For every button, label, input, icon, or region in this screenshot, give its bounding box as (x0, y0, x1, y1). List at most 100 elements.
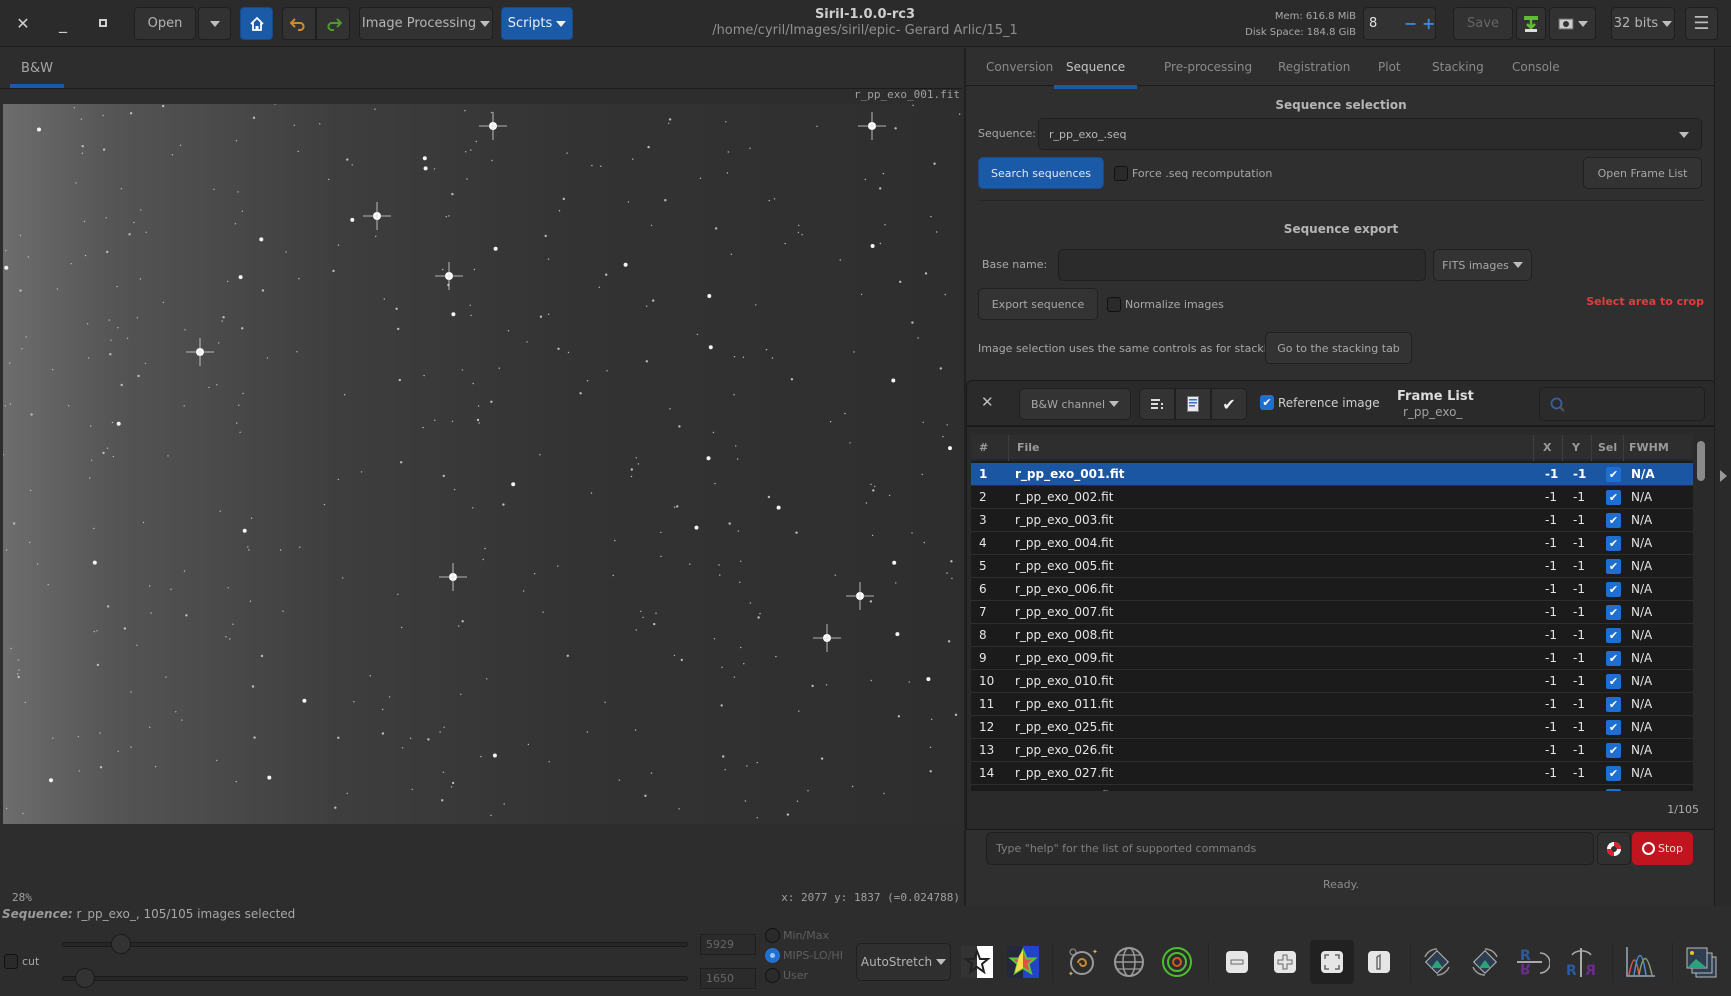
row-select-checkbox[interactable]: ✔ (1606, 582, 1621, 597)
row-select-checkbox[interactable]: ✔ (1606, 720, 1621, 735)
row-select-checkbox[interactable]: ✔ (1606, 605, 1621, 620)
row-select-checkbox[interactable]: ✔ (1606, 559, 1621, 574)
histogram-button[interactable] (1624, 945, 1658, 979)
export-format-dropdown[interactable]: FITS images (1433, 249, 1532, 281)
table-row[interactable]: 11 r_pp_exo_011.fit -1 -1 N/A ✔ (971, 693, 1693, 716)
rotate-left-button[interactable] (1420, 945, 1454, 979)
row-select-checkbox[interactable]: ✔ (1606, 674, 1621, 689)
table-row[interactable]: 6 r_pp_exo_006.fit -1 -1 N/A ✔ (971, 578, 1693, 601)
minimize-window-icon[interactable]: _ (52, 12, 74, 34)
table-row[interactable]: 7 r_pp_exo_007.fit -1 -1 N/A ✔ (971, 601, 1693, 624)
tab-registration[interactable]: Registration (1278, 60, 1350, 74)
row-select-checkbox[interactable]: ✔ (1606, 536, 1621, 551)
bit-depth-menu[interactable]: 32 bits (1611, 7, 1675, 40)
tab-pre-processing[interactable]: Pre-processing (1164, 60, 1252, 74)
col-sel[interactable]: Sel (1598, 441, 1617, 454)
annotate-objects-button[interactable]: ✦ ✦ (1065, 945, 1099, 979)
image-processing-menu[interactable]: Image Processing (359, 7, 493, 40)
low-threshold-slider[interactable] (62, 968, 688, 988)
table-row[interactable]: 14 r_pp_exo_027.fit -1 -1 N/A ✔ (971, 762, 1693, 785)
normalize-images-checkbox[interactable]: Normalize images (1107, 297, 1224, 312)
mode-minmax-radio[interactable]: Min/Max (765, 928, 829, 943)
save-as-button[interactable] (1516, 7, 1546, 40)
row-select-checkbox[interactable]: ✔ (1606, 789, 1621, 791)
row-select-checkbox[interactable]: ✔ (1606, 628, 1621, 643)
save-button[interactable]: Save (1453, 7, 1513, 40)
row-select-checkbox[interactable]: ✔ (1606, 766, 1621, 781)
table-row[interactable]: 2 r_pp_exo_002.fit -1 -1 N/A ✔ (971, 486, 1693, 509)
table-row[interactable]: 9 r_pp_exo_009.fit -1 -1 N/A ✔ (971, 647, 1693, 670)
close-window-icon[interactable]: ✕ (12, 12, 34, 34)
go-to-stacking-button[interactable]: Go to the stacking tab (1265, 332, 1412, 364)
rotate-right-button[interactable] (1468, 945, 1502, 979)
row-select-checkbox[interactable]: ✔ (1606, 651, 1621, 666)
decrement-icon[interactable]: − (1404, 14, 1417, 33)
force-recompute-checkbox[interactable]: Force .seq recomputation (1114, 166, 1272, 181)
tab-bw-channel[interactable]: B&W (10, 58, 64, 88)
col-fwhm[interactable]: FWHM (1629, 441, 1669, 454)
tab-sequence[interactable]: Sequence (1054, 60, 1138, 89)
mirror-y-button[interactable]: RR (1564, 945, 1598, 979)
sequence-dropdown[interactable]: r_pp_exo_.seq (1038, 118, 1702, 150)
row-select-checkbox[interactable]: ✔ (1606, 513, 1621, 528)
home-button[interactable] (240, 7, 273, 40)
snapshot-menu[interactable] (1549, 7, 1596, 40)
zoom-in-button[interactable] (1268, 945, 1302, 979)
help-button[interactable] (1597, 832, 1631, 865)
close-frame-list-icon[interactable]: ✕ (981, 393, 994, 411)
open-button[interactable]: Open (134, 7, 196, 40)
open-frame-list-button[interactable]: Open Frame List (1583, 157, 1702, 189)
cut-checkbox[interactable]: cut (4, 954, 39, 969)
high-threshold-value[interactable]: 5929 (700, 934, 756, 955)
select-all-button[interactable]: ✔ (1211, 388, 1247, 420)
panel-collapse-handle[interactable] (1714, 48, 1731, 906)
command-input[interactable]: Type "help" for the list of supported co… (986, 832, 1594, 865)
increment-icon[interactable]: + (1422, 14, 1435, 33)
zoom-out-button[interactable] (1220, 945, 1254, 979)
low-threshold-value[interactable]: 1650 (700, 968, 756, 989)
tab-stacking[interactable]: Stacking (1432, 60, 1484, 74)
open-recent-dropdown[interactable] (198, 7, 231, 40)
table-row[interactable]: 1 r_pp_exo_001.fit -1 -1 N/A ✔ (971, 463, 1693, 486)
undo-button[interactable] (282, 7, 316, 40)
redo-button[interactable] (316, 7, 350, 40)
table-scrollbar[interactable] (1697, 441, 1705, 481)
photometry-button[interactable] (1160, 945, 1194, 979)
col-y[interactable]: Y (1572, 441, 1580, 454)
stretch-mode-dropdown[interactable]: AutoStretch (856, 943, 951, 981)
row-select-checkbox[interactable]: ✔ (1606, 490, 1621, 505)
mode-mips-radio[interactable]: MIPS-LO/HI (765, 948, 843, 963)
search-sequences-button[interactable]: Search sequences (978, 157, 1104, 189)
scripts-menu[interactable]: Scripts (501, 7, 573, 40)
maximize-window-icon[interactable] (92, 12, 114, 34)
col-file[interactable]: File (1017, 441, 1040, 454)
main-menu-button[interactable]: ☰ (1685, 7, 1718, 40)
row-select-checkbox[interactable]: ✔ (1606, 467, 1621, 482)
channel-dropdown[interactable]: B&W channel (1019, 388, 1131, 420)
export-list-button[interactable] (1175, 388, 1211, 420)
col-index[interactable]: # (979, 441, 988, 454)
low-slider-handle[interactable] (75, 968, 96, 988)
zoom-fit-button[interactable] (1310, 940, 1354, 984)
tab-plot[interactable]: Plot (1378, 60, 1401, 74)
tab-conversion[interactable]: Conversion (986, 60, 1053, 74)
table-row[interactable]: 12 r_pp_exo_025.fit -1 -1 N/A ✔ (971, 716, 1693, 739)
row-select-checkbox[interactable]: ✔ (1606, 697, 1621, 712)
image-canvas[interactable] (3, 104, 961, 824)
astrometry-grid-button[interactable] (1112, 945, 1146, 979)
image-stack-button[interactable] (1684, 945, 1718, 979)
table-row[interactable]: 13 r_pp_exo_026.fit -1 -1 N/A ✔ (971, 739, 1693, 762)
negative-view-button[interactable] (960, 945, 994, 979)
columns-button[interactable] (1139, 388, 1175, 420)
table-row[interactable]: 8 r_pp_exo_008.fit -1 -1 N/A ✔ (971, 624, 1693, 647)
table-row[interactable]: 5 r_pp_exo_005.fit -1 -1 N/A ✔ (971, 555, 1693, 578)
false-color-button[interactable] (1006, 945, 1040, 979)
col-x[interactable]: X (1543, 441, 1551, 454)
reference-image-checkbox[interactable]: ✔ Reference image (1260, 395, 1380, 410)
zoom-100-button[interactable] (1362, 945, 1396, 979)
tab-console[interactable]: Console (1512, 60, 1560, 74)
mode-user-radio[interactable]: User (765, 968, 808, 983)
mirror-x-button[interactable]: RR (1516, 945, 1550, 979)
stop-button[interactable]: Stop (1632, 832, 1693, 865)
row-select-checkbox[interactable]: ✔ (1606, 743, 1621, 758)
